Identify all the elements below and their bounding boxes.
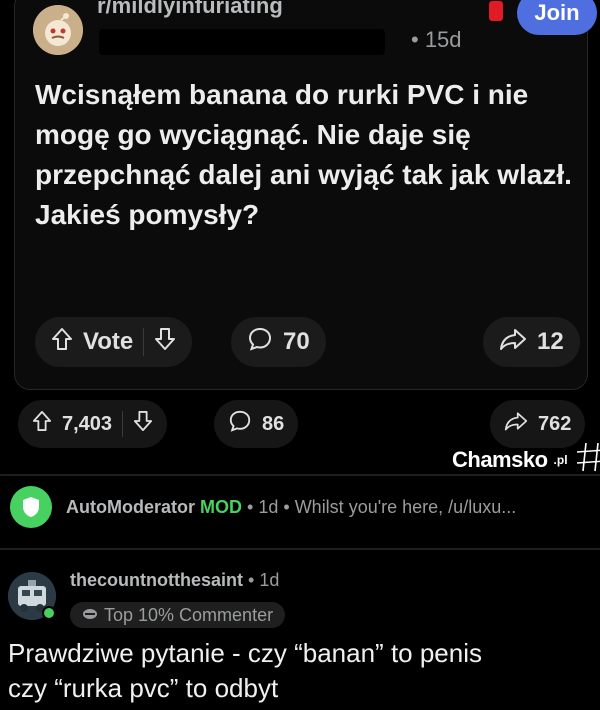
comment-author-line[interactable]: thecountnotthesaint • 1d <box>70 570 279 591</box>
share-icon <box>504 410 528 438</box>
vote-separator <box>122 411 124 437</box>
automod-preview: Whilst you're here, /u/luxu... <box>294 496 517 517</box>
vote-count: 7,403 <box>62 412 113 435</box>
section-divider <box>0 474 600 476</box>
subreddit-name[interactable]: r/mildlyinfuriating <box>97 0 283 19</box>
comment-age: • 1d <box>248 570 280 590</box>
outer-comments-pill[interactable]: 86 <box>214 400 299 448</box>
comments-count: 86 <box>262 412 285 435</box>
shares-count: 12 <box>537 328 564 355</box>
watermark-suffix: .pl <box>553 452 568 467</box>
notification-icon <box>489 1 503 21</box>
comments-count: 70 <box>283 328 310 355</box>
watermark-brand: Chamsko <box>452 446 548 472</box>
post-age: • 15d <box>411 27 462 52</box>
section-divider <box>0 548 600 550</box>
subreddit-avatar[interactable] <box>33 5 83 55</box>
join-button[interactable]: Join <box>517 0 597 35</box>
outer-vote-pill[interactable]: 7,403 <box>18 400 168 448</box>
comment-author[interactable]: thecountnotthesaint <box>70 570 243 590</box>
comment-icon <box>228 409 252 439</box>
mod-tag: MOD <box>200 496 243 517</box>
upvote-icon[interactable] <box>51 327 73 358</box>
post-title[interactable]: Wcisnąłem banana do rurki PVC i nie mogę… <box>35 75 575 235</box>
shield-icon <box>10 486 52 528</box>
shares-count: 762 <box>538 412 572 435</box>
comment-icon <box>247 326 273 359</box>
embedded-post-card[interactable]: r/mildlyinfuriating • 15d Join Wcisnąłem… <box>14 0 597 390</box>
online-status-dot <box>42 606 56 620</box>
share-icon <box>499 327 527 358</box>
automod-age: • 1d • <box>247 496 290 517</box>
vote-pill[interactable]: Vote <box>35 317 193 367</box>
vote-separator <box>143 328 145 356</box>
automod-comment[interactable]: AutoModerator MOD • 1d • Whilst you're h… <box>10 486 516 528</box>
trophy-icon <box>82 605 98 626</box>
automod-name[interactable]: AutoModerator <box>66 497 195 517</box>
comment-body-line: Prawdziwe pytanie - czy “banan” to penis <box>8 638 483 668</box>
comment-body-line: czy “rurka pvc” to odbyt <box>8 673 279 703</box>
flair-label: Top 10% Commenter <box>104 604 274 625</box>
upvote-icon[interactable] <box>32 410 52 438</box>
commenter-flair: Top 10% Commenter <box>70 602 286 628</box>
downvote-icon[interactable] <box>133 410 153 438</box>
downvote-icon[interactable] <box>154 327 176 358</box>
comment-body: Prawdziwe pytanie - czy “banan” to penis… <box>8 636 598 706</box>
share-pill[interactable]: 12 <box>483 317 580 367</box>
redacted-username-block <box>99 29 385 55</box>
comments-pill[interactable]: 70 <box>231 317 326 367</box>
vote-label: Vote <box>83 328 134 355</box>
